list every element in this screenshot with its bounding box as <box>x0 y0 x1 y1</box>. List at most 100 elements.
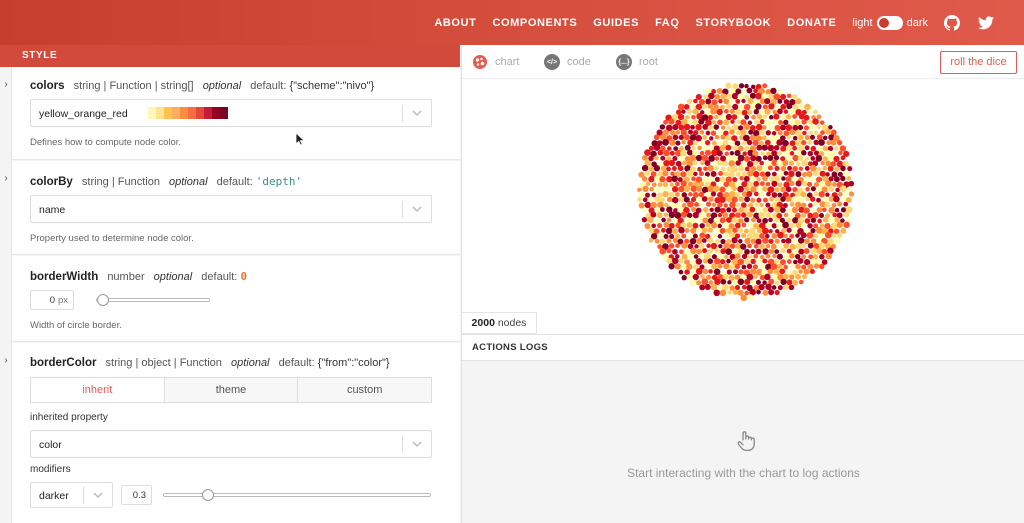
node-circle[interactable] <box>767 268 774 275</box>
node-circle[interactable] <box>813 233 819 239</box>
node-circle[interactable] <box>798 134 804 141</box>
node-circle[interactable] <box>795 222 802 229</box>
node-circle[interactable] <box>728 274 735 281</box>
node-circle[interactable] <box>735 202 741 208</box>
node-circle[interactable] <box>642 154 648 161</box>
node-circle[interactable] <box>798 166 804 171</box>
node-circle[interactable] <box>778 119 784 126</box>
node-circle[interactable] <box>680 171 687 178</box>
node-circle[interactable] <box>737 185 744 193</box>
node-circle[interactable] <box>687 139 694 146</box>
node-circle[interactable] <box>832 182 837 187</box>
node-circle[interactable] <box>794 119 801 126</box>
node-circle[interactable] <box>723 98 730 105</box>
node-circle[interactable] <box>693 98 698 104</box>
node-circle[interactable] <box>789 264 795 269</box>
node-circle[interactable] <box>765 283 772 291</box>
node-circle[interactable] <box>708 145 714 151</box>
node-circle[interactable] <box>762 258 768 264</box>
node-circle[interactable] <box>741 98 746 104</box>
node-circle[interactable] <box>759 202 764 208</box>
node-circle[interactable] <box>669 150 675 156</box>
node-circle[interactable] <box>692 273 699 281</box>
node-circle[interactable] <box>806 170 813 178</box>
node-circle[interactable] <box>748 129 754 135</box>
node-circle[interactable] <box>781 238 786 244</box>
node-circle[interactable] <box>840 207 847 213</box>
node-circle[interactable] <box>770 243 777 250</box>
node-circle[interactable] <box>804 196 810 202</box>
node-circle[interactable] <box>780 165 787 172</box>
node-circle[interactable] <box>707 227 713 233</box>
node-circle[interactable] <box>786 144 793 151</box>
node-circle[interactable] <box>722 212 729 218</box>
node-circle[interactable] <box>744 94 749 100</box>
node-circle[interactable] <box>714 206 721 213</box>
node-circle[interactable] <box>813 130 819 135</box>
node-circle[interactable] <box>787 165 792 171</box>
node-circle[interactable] <box>840 155 846 161</box>
node-circle[interactable] <box>777 231 784 239</box>
node-circle[interactable] <box>735 98 741 104</box>
node-circle[interactable] <box>725 82 732 89</box>
node-circle[interactable] <box>737 278 745 286</box>
node-circle[interactable] <box>801 274 807 280</box>
node-circle[interactable] <box>801 159 808 167</box>
node-circle[interactable] <box>795 233 800 238</box>
node-circle[interactable] <box>789 274 795 280</box>
node-circle[interactable] <box>786 93 792 99</box>
node-circle[interactable] <box>672 248 678 255</box>
node-circle[interactable] <box>714 176 721 183</box>
node-circle[interactable] <box>695 185 703 192</box>
node-circle[interactable] <box>762 227 769 235</box>
node-circle[interactable] <box>795 98 802 105</box>
node-circle[interactable] <box>668 159 676 167</box>
node-circle[interactable] <box>678 269 684 275</box>
node-circle[interactable] <box>836 139 843 146</box>
node-circle[interactable] <box>792 217 799 224</box>
node-circle[interactable] <box>681 242 688 249</box>
node-circle[interactable] <box>686 149 693 156</box>
node-circle[interactable] <box>645 181 651 187</box>
node-circle[interactable] <box>671 175 678 183</box>
node-circle[interactable] <box>804 165 810 171</box>
node-circle[interactable] <box>846 186 853 192</box>
node-circle[interactable] <box>792 135 798 141</box>
node-circle[interactable] <box>747 254 753 260</box>
node-circle[interactable] <box>755 123 763 131</box>
node-circle[interactable] <box>741 140 747 146</box>
node-circle[interactable] <box>641 176 648 182</box>
node-circle[interactable] <box>816 258 822 265</box>
node-circle[interactable] <box>767 144 775 152</box>
node-circle[interactable] <box>785 176 792 183</box>
node-circle[interactable] <box>756 177 761 182</box>
node-circle[interactable] <box>729 129 735 135</box>
node-circle[interactable] <box>760 151 765 156</box>
node-circle[interactable] <box>803 125 810 131</box>
node-circle[interactable] <box>743 207 749 213</box>
node-circle[interactable] <box>720 134 726 140</box>
node-circle[interactable] <box>830 222 838 230</box>
node-circle[interactable] <box>649 186 654 192</box>
node-circle[interactable] <box>792 145 797 151</box>
node-circle[interactable] <box>828 216 835 224</box>
node-circle[interactable] <box>813 109 818 115</box>
node-circle[interactable] <box>707 248 714 254</box>
node-circle[interactable] <box>774 124 781 132</box>
node-circle[interactable] <box>792 176 798 182</box>
node-circle[interactable] <box>768 238 774 244</box>
node-circle[interactable] <box>731 114 738 120</box>
node-circle[interactable] <box>710 242 718 250</box>
node-circle[interactable] <box>714 114 719 120</box>
node-circle[interactable] <box>696 196 702 202</box>
node-circle[interactable] <box>840 227 847 234</box>
node-circle[interactable] <box>731 237 738 244</box>
node-circle[interactable] <box>687 119 693 124</box>
node-circle[interactable] <box>717 263 723 269</box>
node-circle[interactable] <box>704 149 712 156</box>
colors-scheme-select[interactable]: yellow_orange_red <box>30 99 432 127</box>
node-circle[interactable] <box>774 249 780 254</box>
node-circle[interactable] <box>792 166 798 172</box>
node-circle[interactable] <box>802 130 807 136</box>
node-circle[interactable] <box>744 258 750 265</box>
